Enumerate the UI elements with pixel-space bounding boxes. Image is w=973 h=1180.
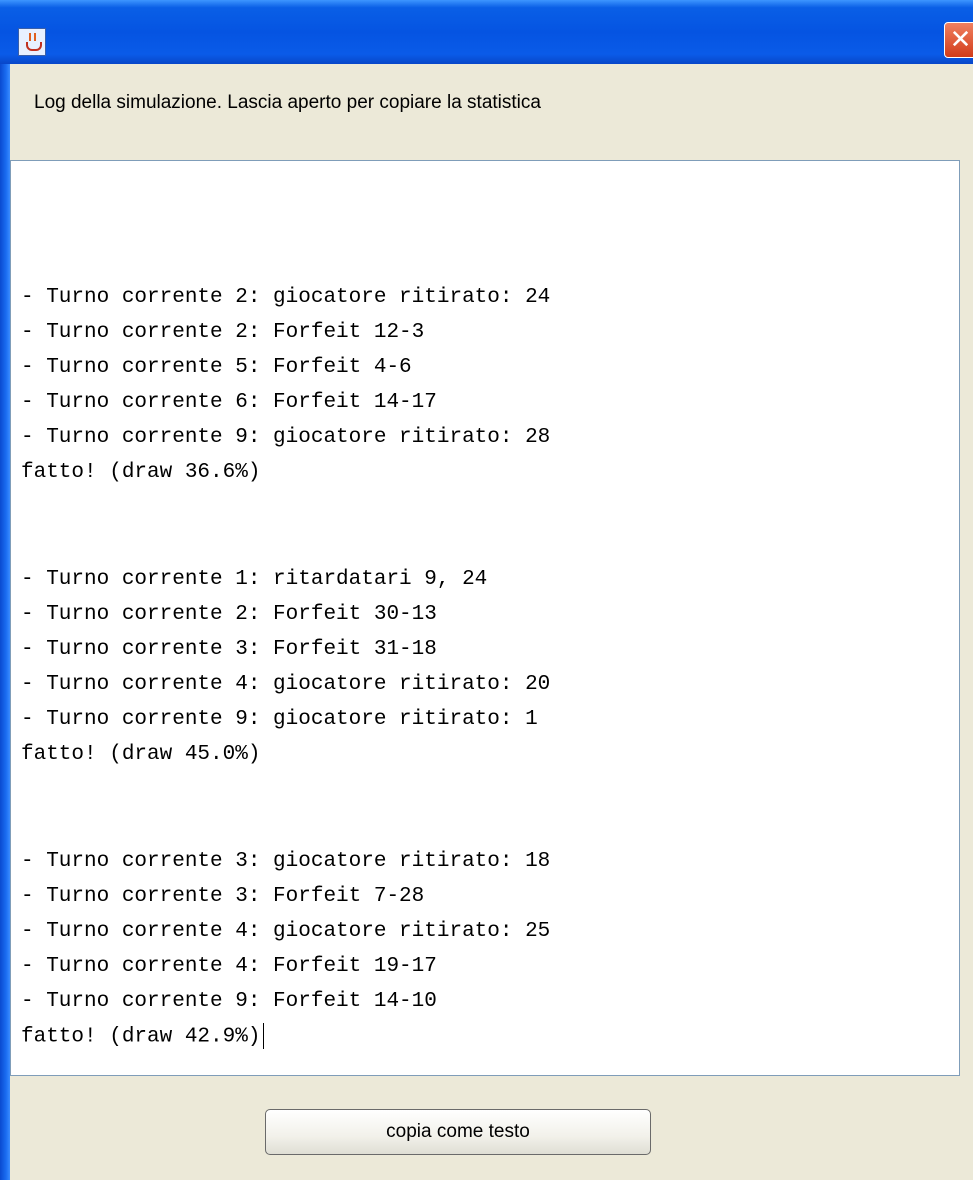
copy-as-text-button[interactable]: copia come testo	[265, 1109, 651, 1155]
log-line: - Turno corrente 3: Forfeit 31-18	[21, 638, 437, 661]
close-button[interactable]: ✕	[944, 22, 973, 58]
log-line: - Turno corrente 5: Forfeit 4-6	[21, 356, 412, 379]
log-line: - Turno corrente 9: giocatore ritirato: …	[21, 708, 538, 731]
app-window: ✕ Log della simulazione. Lascia aperto p…	[0, 0, 973, 1180]
log-line: - Turno corrente 2: giocatore ritirato: …	[21, 286, 551, 309]
log-line: - Turno corrente 4: giocatore ritirato: …	[21, 920, 551, 943]
log-line: fatto! (draw 36.6%)	[21, 461, 261, 484]
close-icon: ✕	[949, 25, 972, 55]
java-coffee-cup-icon[interactable]	[18, 28, 46, 56]
window-frame-left	[0, 64, 10, 1180]
log-line: - Turno corrente 2: Forfeit 30-13	[21, 603, 437, 626]
log-line: - Turno corrente 4: giocatore ritirato: …	[21, 673, 551, 696]
log-line: - Turno corrente 6: Forfeit 14-17	[21, 391, 437, 414]
log-text-area[interactable]: - Turno corrente 2: giocatore ritirato: …	[10, 160, 960, 1076]
log-line-text: fatto! (draw 42.9%)	[21, 1025, 261, 1049]
header-label: Log della simulazione. Lascia aperto per…	[34, 92, 541, 113]
log-line: - Turno corrente 9: giocatore ritirato: …	[21, 426, 551, 449]
log-line: fatto! (draw 45.0%)	[21, 743, 261, 766]
log-line: - Turno corrente 1: ritardatari 9, 24	[21, 568, 488, 591]
log-line: - Turno corrente 4: Forfeit 19-17	[21, 955, 437, 978]
log-line: - Turno corrente 3: Forfeit 7-28	[21, 885, 425, 908]
log-line: - Turno corrente 3: giocatore ritirato: …	[21, 850, 551, 873]
log-line: - Turno corrente 2: Forfeit 12-3	[21, 321, 425, 344]
title-bar[interactable]: ✕	[0, 0, 973, 64]
log-line-selected: fatto! (draw 42.9%)	[21, 1023, 265, 1052]
log-line: - Turno corrente 9: Forfeit 14-10	[21, 990, 437, 1013]
text-caret	[263, 1023, 265, 1049]
